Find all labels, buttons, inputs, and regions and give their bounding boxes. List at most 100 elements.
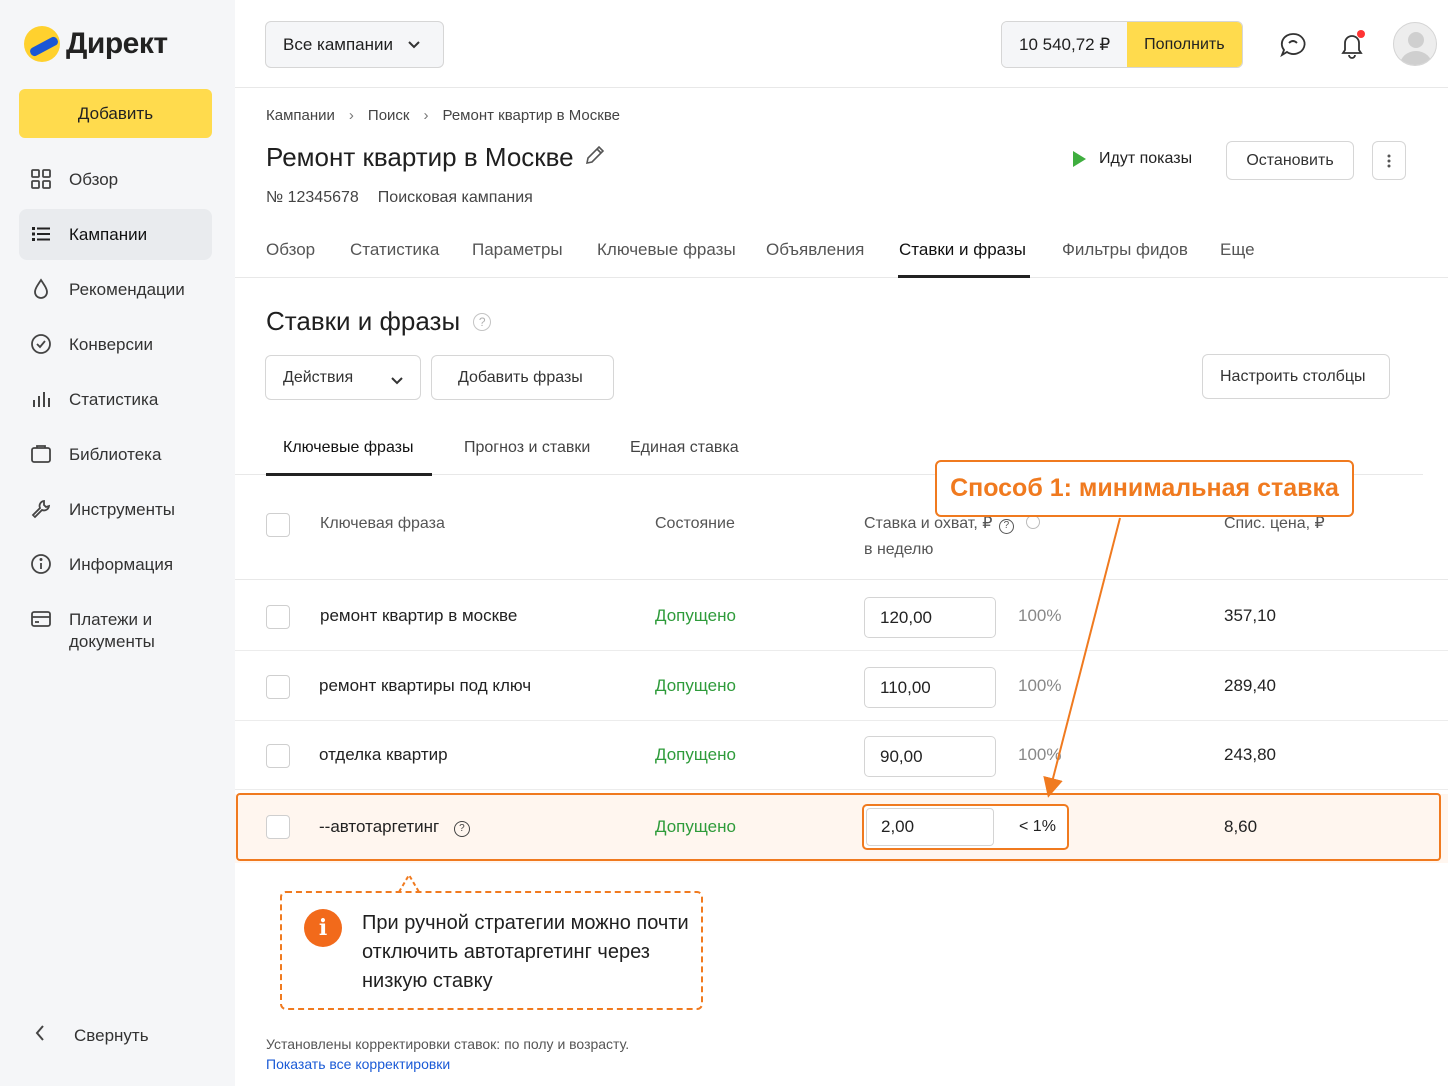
edit-pencil-icon[interactable] (584, 142, 606, 173)
radio-icon[interactable] (1025, 515, 1040, 529)
row-checkbox[interactable] (266, 675, 290, 699)
stop-button[interactable]: Остановить (1226, 141, 1354, 180)
subtab-forecast[interactable]: Прогноз и ставки (464, 439, 590, 457)
chevron-down-icon (407, 35, 421, 55)
sidebar-item-label: Обзор (69, 170, 119, 189)
breadcrumb-item[interactable]: Поиск (368, 107, 410, 124)
row-checkbox[interactable] (266, 744, 290, 768)
row-reach: < 1% (1019, 818, 1056, 835)
table-row: ремонт квартир в москве Допущено 120,00 … (235, 582, 1448, 651)
page-title: Ремонт квартир в Москве (266, 142, 606, 173)
tab-more[interactable]: Еще (1220, 240, 1255, 260)
sidebar-item-label: Инструменты (69, 500, 176, 519)
topup-button[interactable]: Пополнить (1127, 22, 1242, 67)
row-state: Допущено (655, 745, 736, 764)
bid-input[interactable]: 110,00 (864, 667, 996, 708)
bid-input[interactable]: 120,00 (864, 597, 996, 638)
sidebar-item-label: Информация (69, 555, 174, 574)
tab-overview[interactable]: Обзор (266, 240, 315, 260)
show-adjustments-link[interactable]: Показать все корректировки (266, 1056, 450, 1072)
sidebar-item-information[interactable]: Информация (19, 539, 212, 590)
logo[interactable]: Директ (24, 26, 168, 62)
sidebar-item-campaigns[interactable]: Кампании (19, 209, 212, 260)
chevron-down-icon (390, 373, 404, 391)
campaign-select-value: Все кампании (283, 34, 394, 54)
select-all-checkbox[interactable] (266, 513, 290, 537)
subtab-keywords[interactable]: Ключевые фразы (283, 439, 414, 457)
tab-bids-and-phrases[interactable]: Ставки и фразы (899, 240, 1026, 260)
row-reach: 100% (1018, 606, 1062, 625)
sidebar-item-tools[interactable]: Инструменты (19, 484, 212, 535)
subtab-single-bid[interactable]: Единая ставка (630, 439, 739, 457)
row-price: 243,80 (1224, 745, 1276, 764)
sidebar-item-label: Конверсии (69, 335, 153, 354)
breadcrumb-item: Ремонт квартир в Москве (442, 107, 620, 124)
table-row: отделка квартир Допущено 90,00 100% 243,… (235, 721, 1448, 790)
info-icon: i (304, 909, 342, 947)
page-title-text: Ремонт квартир в Москве (266, 142, 574, 172)
bid-highlight-frame: 2,00 < 1% (862, 804, 1069, 850)
chat-icon[interactable] (1278, 30, 1308, 60)
tab-feed-filters[interactable]: Фильтры фидов (1062, 240, 1188, 260)
list-icon (29, 222, 53, 246)
note-pointer-icon (398, 873, 420, 893)
grid-icon (29, 167, 53, 191)
sidebar-item-library[interactable]: Библиотека (19, 429, 212, 480)
more-menu-button[interactable] (1372, 141, 1406, 180)
campaign-meta: № 12345678 Поисковая кампания (266, 189, 533, 207)
campaign-status: Идут показы (1073, 150, 1192, 168)
campaign-tabs: Обзор Статистика Параметры Ключевые фраз… (235, 232, 1448, 278)
tab-statistics[interactable]: Статистика (350, 240, 439, 260)
row-phrase: отделка квартир (319, 745, 448, 764)
sidebar-item-payments[interactable]: Платежи и документы (19, 594, 212, 658)
add-button[interactable]: Добавить (19, 89, 212, 138)
help-icon[interactable]: ? (998, 518, 1014, 534)
help-icon[interactable]: ? (473, 312, 492, 331)
sidebar-item-label: Статистика (69, 390, 159, 409)
sidebar-item-label: Кампании (69, 225, 148, 244)
bid-adjustments-note: Установлены корректировки ставок: по пол… (266, 1036, 630, 1052)
bell-icon[interactable] (1337, 30, 1367, 60)
card-icon (29, 607, 53, 631)
tab-keywords[interactable]: Ключевые фразы (597, 240, 736, 260)
notification-dot (1357, 30, 1365, 38)
add-phrases-button[interactable]: Добавить фразы (431, 355, 614, 400)
breadcrumb: Кампании › Поиск › Ремонт квартир в Моск… (266, 107, 620, 124)
balance-widget: 10 540,72 ₽ Пополнить (1001, 21, 1243, 68)
sidebar-nav: Обзор Кампании Рекомендации Конверсии Ст… (19, 154, 212, 662)
chevron-left-icon (34, 1024, 56, 1047)
configure-columns-button[interactable]: Настроить столбцы (1202, 354, 1390, 399)
breadcrumb-item[interactable]: Кампании (266, 107, 335, 124)
row-checkbox[interactable] (266, 605, 290, 629)
sidebar-item-statistics[interactable]: Статистика (19, 374, 212, 425)
balance-value: 10 540,72 ₽ (1002, 22, 1128, 67)
bar-chart-icon (29, 387, 53, 411)
bid-input[interactable]: 90,00 (864, 736, 996, 777)
info-note-text: При ручной стратегии можно почти отключи… (362, 912, 689, 992)
header-state[interactable]: Состояние (655, 511, 735, 537)
campaign-select[interactable]: Все кампании (265, 21, 444, 68)
sidebar-item-label: Рекомендации (69, 280, 185, 299)
row-phrase: ремонт квартиры под ключ (319, 676, 532, 695)
header-bid-line1: Ставка и охват, ₽ (864, 515, 993, 532)
row-reach: 100% (1018, 745, 1062, 764)
tab-ads[interactable]: Объявления (766, 240, 864, 260)
sidebar-item-recommendations[interactable]: Рекомендации (19, 264, 212, 315)
campaign-status-text: Идут показы (1099, 150, 1193, 167)
active-tab-indicator (898, 275, 1030, 278)
table-row: ремонт квартиры под ключ Допущено 110,00… (235, 652, 1448, 721)
header-bid[interactable]: Ставка и охват, ₽ ? в неделю (864, 511, 1040, 563)
logo-text: Директ (66, 27, 168, 60)
row-state: Допущено (655, 606, 736, 625)
sidebar-item-conversions[interactable]: Конверсии (19, 319, 212, 370)
header-phrase[interactable]: Ключевая фраза (320, 511, 445, 537)
bid-input[interactable]: 2,00 (866, 808, 994, 846)
topbar: Все кампании 10 540,72 ₽ Пополнить (235, 0, 1448, 88)
collapse-sidebar-button[interactable]: Свернуть (34, 1024, 149, 1047)
actions-select[interactable]: Действия (265, 355, 421, 400)
tab-parameters[interactable]: Параметры (472, 240, 563, 260)
avatar[interactable] (1393, 22, 1437, 66)
row-price: 289,40 (1224, 676, 1276, 695)
breadcrumb-separator-icon: › (348, 107, 354, 124)
sidebar-item-overview[interactable]: Обзор (19, 154, 212, 205)
